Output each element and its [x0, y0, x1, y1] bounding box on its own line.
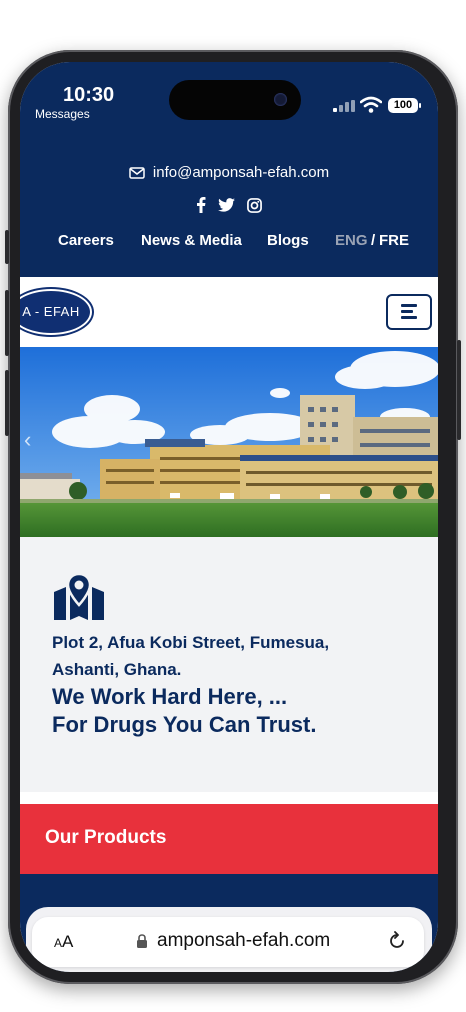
wifi-icon — [360, 96, 382, 113]
lang-separator: / — [371, 232, 376, 249]
slogan-line-2: For Drugs You Can Trust. — [52, 712, 317, 737]
nav-news-media[interactable]: News & Media — [141, 232, 242, 249]
action-button — [5, 230, 9, 264]
cellular-signal-icon — [333, 100, 355, 112]
social-links — [20, 197, 438, 218]
company-address: Plot 2, Afua Kobi Street, Fumesua, Ashan… — [52, 629, 422, 683]
power-button — [457, 340, 461, 440]
text-size-button[interactable]: AA — [54, 932, 73, 952]
twitter-icon[interactable] — [218, 198, 235, 217]
safari-toolbar: AA amponsah-efah.com — [26, 907, 432, 972]
hero-image: ‹ — [20, 347, 438, 537]
url-text[interactable]: amponsah-efah.com — [157, 930, 330, 952]
section-divider — [20, 792, 438, 804]
address-line-1: Plot 2, Afua Kobi Street, Fumesua, — [52, 633, 330, 652]
address-line-2: Ashanti, Ghana. — [52, 660, 182, 679]
company-logo[interactable]: A - EFAH — [20, 289, 92, 335]
carousel-prev-icon[interactable]: ‹ — [24, 427, 31, 453]
lang-fre[interactable]: FRE — [379, 232, 409, 249]
status-time: 10:30 — [63, 84, 115, 106]
phone-screen: 10:30 Messages 100 info@amponsah-efah.co… — [20, 62, 438, 972]
status-back-app[interactable]: Messages — [35, 107, 90, 121]
nav-blogs[interactable]: Blogs — [267, 232, 309, 249]
contact-email[interactable]: info@amponsah-efah.com — [20, 164, 438, 181]
hamburger-menu-button[interactable] — [386, 294, 432, 330]
lock-icon — [137, 934, 147, 948]
lang-eng[interactable]: ENG — [335, 232, 368, 249]
info-section: Plot 2, Afua Kobi Street, Fumesua, Ashan… — [20, 537, 438, 792]
instagram-icon[interactable] — [247, 197, 263, 218]
reload-icon[interactable] — [387, 931, 407, 951]
building-photo — [20, 347, 438, 537]
front-camera-icon — [274, 93, 287, 106]
dynamic-island — [169, 80, 301, 120]
mail-icon — [129, 167, 145, 179]
logo-bar: A - EFAH — [20, 277, 438, 347]
map-location-icon — [54, 572, 104, 620]
slogan: We Work Hard Here, ... For Drugs You Can… — [52, 683, 422, 739]
email-text[interactable]: info@amponsah-efah.com — [153, 164, 329, 181]
address-bar[interactable]: AA amponsah-efah.com — [32, 917, 424, 967]
our-products-banner[interactable]: Our Products — [20, 804, 438, 874]
volume-down-button — [5, 370, 9, 436]
facebook-icon[interactable] — [196, 197, 206, 218]
our-products-label[interactable]: Our Products — [45, 827, 166, 849]
top-nav: Careers News & Media Blogs ENG / FRE — [20, 232, 438, 254]
battery-icon: 100 — [388, 98, 418, 113]
nav-careers[interactable]: Careers — [58, 232, 114, 249]
slogan-line-1: We Work Hard Here, ... — [52, 684, 288, 709]
volume-up-button — [5, 290, 9, 356]
battery-tip — [419, 103, 421, 108]
site-header: 10:30 Messages 100 info@amponsah-efah.co… — [20, 62, 438, 277]
